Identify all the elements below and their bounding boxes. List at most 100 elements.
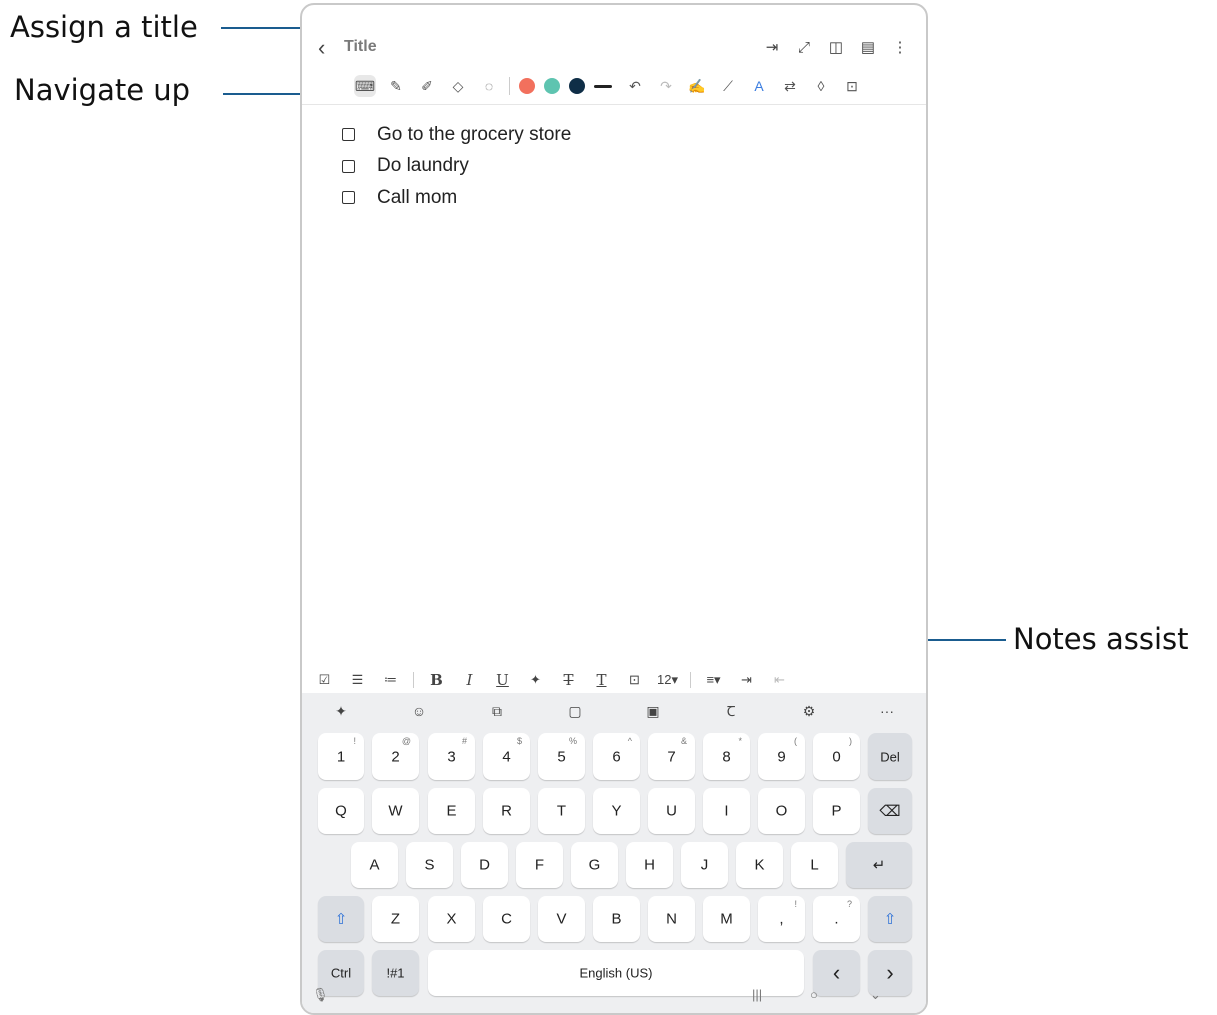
color-coral[interactable] (519, 78, 535, 94)
key-d[interactable]: D (461, 842, 508, 888)
key-7[interactable]: 7 & (648, 733, 695, 780)
checkbox[interactable] (342, 191, 355, 205)
emoji-icon[interactable]: ☺ (380, 703, 458, 719)
key-8[interactable]: 8 * (703, 733, 750, 780)
page-view-icon[interactable]: ▤ (854, 37, 882, 59)
key-s[interactable]: S (406, 842, 453, 888)
italic-button[interactable]: I (453, 671, 486, 689)
keyboard-icon[interactable]: ⌨ (354, 75, 376, 97)
key-i[interactable]: I (703, 788, 750, 834)
key-3[interactable]: 3 # (428, 733, 475, 780)
color-navy[interactable] (569, 78, 585, 94)
mic-icon[interactable]: 🎙 (312, 987, 329, 1003)
eraser-icon[interactable]: ◇ (447, 75, 469, 97)
key-v[interactable]: V (538, 896, 585, 942)
text-color-icon[interactable]: T (585, 671, 618, 689)
text-style-icon[interactable]: A (748, 75, 770, 97)
key-j[interactable]: J (681, 842, 728, 888)
key-4[interactable]: 4 $ (483, 733, 530, 780)
key-w[interactable]: W (372, 788, 419, 834)
checkbox[interactable] (342, 159, 355, 173)
bullet-list-icon[interactable]: ≔ (374, 672, 407, 688)
key-t[interactable]: T (538, 788, 585, 834)
redo-icon[interactable]: ↷ (655, 75, 677, 97)
stroke-width-icon[interactable] (594, 84, 612, 88)
key-y[interactable]: Y (593, 788, 640, 834)
back-icon[interactable]: ‹ (318, 35, 325, 61)
key-p[interactable]: P (813, 788, 860, 834)
key-comma[interactable]: ,! (758, 896, 805, 942)
key-q[interactable]: Q (318, 788, 364, 834)
key-5[interactable]: 5% (538, 733, 585, 780)
ai-sparkle-icon[interactable]: ✦ (302, 703, 380, 720)
strikethrough-icon[interactable]: T (552, 671, 585, 689)
handwriting-input-icon[interactable]: Ꞇ (692, 702, 770, 721)
home-icon[interactable]: ○ (810, 987, 818, 1002)
key-h[interactable]: H (626, 842, 673, 888)
key-k[interactable]: K (736, 842, 783, 888)
more-icon[interactable]: ··· (848, 703, 926, 719)
handwriting-icon[interactable]: ✍ (686, 75, 708, 97)
key-a[interactable]: A (351, 842, 398, 888)
key-e[interactable]: E (428, 788, 475, 834)
outdent-icon[interactable]: ⇤ (763, 672, 796, 688)
more-options-icon[interactable]: ⋮ (886, 37, 914, 59)
underline-button[interactable]: U (486, 671, 519, 689)
key-f[interactable]: F (516, 842, 563, 888)
key-0[interactable]: 0) (813, 733, 860, 780)
key-period[interactable]: .? (813, 896, 860, 942)
list-item-text[interactable]: Go to the grocery store (377, 124, 571, 146)
key-g[interactable]: G (571, 842, 618, 888)
shape-icon[interactable]: ◊ (810, 75, 832, 97)
lock-icon[interactable]: ⊡ (841, 75, 863, 97)
text-background-icon[interactable]: ⊡ (618, 672, 651, 688)
highlighter-icon[interactable]: ✐ (416, 75, 438, 97)
key-l[interactable]: L (791, 842, 838, 888)
key-n[interactable]: N (648, 896, 695, 942)
list-item-text[interactable]: Do laundry (377, 155, 469, 177)
backspace-icon: ⌫ (879, 803, 901, 820)
pen-icon[interactable]: ✎ (385, 75, 407, 97)
convert-text-icon[interactable]: ⇄ (779, 75, 801, 97)
key-r[interactable]: R (483, 788, 530, 834)
shift-key-left[interactable]: ⇧ (318, 896, 364, 942)
delete-key[interactable]: Del (868, 733, 912, 780)
key-1[interactable]: 1! (318, 733, 364, 780)
checkbox[interactable] (342, 128, 355, 142)
key-x[interactable]: X (428, 896, 475, 942)
title-field[interactable]: Title (344, 38, 377, 56)
shift-key-right[interactable]: ⇧ (868, 896, 912, 942)
checklist-icon[interactable]: ☑ (308, 672, 341, 688)
back-nav-icon[interactable]: ⌄ (870, 987, 881, 1003)
key-u[interactable]: U (648, 788, 695, 834)
recent-apps-icon[interactable]: ||| (752, 987, 762, 1002)
align-dropdown-icon[interactable]: ≡▾ (697, 672, 730, 688)
lasso-icon[interactable]: ◌ (478, 75, 500, 97)
key-9[interactable]: 9( (758, 733, 805, 780)
numbered-list-icon[interactable]: ☰ (341, 672, 374, 688)
font-size-dropdown[interactable]: 12▾ (651, 672, 684, 688)
key-c[interactable]: C (483, 896, 530, 942)
book-view-icon[interactable]: ◫ (822, 37, 850, 59)
backspace-key[interactable]: ⌫ (868, 788, 912, 834)
key-m[interactable]: M (703, 896, 750, 942)
key-z[interactable]: Z (372, 896, 419, 942)
key-b[interactable]: B (593, 896, 640, 942)
expand-icon[interactable]: ⤢ (790, 37, 818, 59)
notes-assist-icon[interactable]: ✦ (519, 672, 552, 688)
clipboard-icon[interactable]: ▢ (536, 703, 614, 720)
key-6[interactable]: 6 ^ (593, 733, 640, 780)
one-handed-icon[interactable]: ▣ (614, 703, 692, 720)
key-o[interactable]: O (758, 788, 805, 834)
export-icon[interactable]: ⇥ (758, 37, 786, 59)
color-teal[interactable] (544, 78, 560, 94)
bold-button[interactable]: B (420, 671, 453, 689)
undo-icon[interactable]: ↶ (624, 75, 646, 97)
list-item-text[interactable]: Call mom (377, 187, 457, 209)
sticker-icon[interactable]: ⧉ (458, 703, 536, 720)
indent-icon[interactable]: ⇥ (730, 672, 763, 688)
key-2[interactable]: 2 @ (372, 733, 419, 780)
enter-key[interactable]: ↵ (846, 842, 912, 888)
settings-icon[interactable]: ⚙ (770, 703, 848, 720)
straighten-icon[interactable]: ⟋ (717, 75, 739, 97)
